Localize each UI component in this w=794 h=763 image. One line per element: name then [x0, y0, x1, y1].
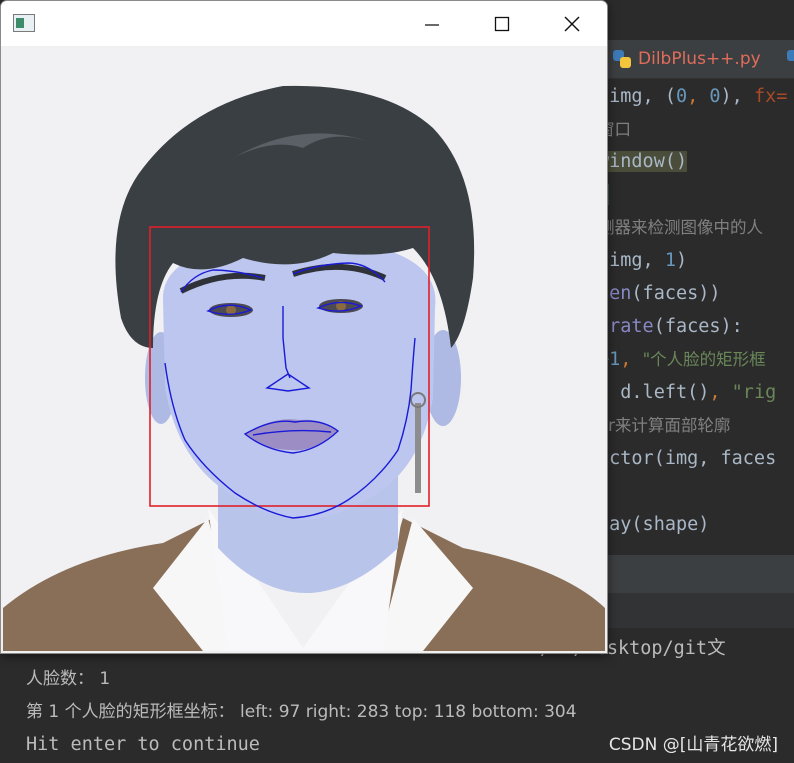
code-line: ictor(img, faces — [598, 448, 777, 469]
python-file-icon — [612, 49, 632, 69]
code-comment: or来计算面部轮廓 — [598, 416, 731, 435]
close-button[interactable] — [537, 1, 607, 46]
earring — [415, 403, 421, 493]
code-line: len(faces)) — [598, 283, 721, 304]
code-comment: 测器来检测图像中的人 — [598, 218, 763, 237]
close-icon — [564, 16, 580, 31]
minimize-button[interactable] — [397, 1, 467, 46]
code-line: , d.left(), "rig — [598, 382, 777, 403]
code-line: (img, 1) — [598, 250, 688, 271]
console-line-face-box: 第 1 个人脸的矩形框坐标： left: 97 right: 283 top: … — [26, 702, 577, 722]
code-line: +1, "个人脸的矩形框 — [598, 349, 766, 370]
python-file-icon — [786, 49, 794, 69]
image-window — [0, 0, 608, 654]
tab-next[interactable] — [786, 46, 794, 72]
portrait-illustration — [3, 48, 605, 651]
face-detection-image — [3, 48, 605, 651]
tab-dilbplus[interactable]: DilbPlus++.py — [612, 46, 761, 72]
code-line: window() — [598, 151, 688, 172]
console-line-continue: Hit enter to continue — [26, 734, 260, 755]
minimize-icon — [425, 23, 439, 26]
window-app-icon — [13, 14, 35, 32]
console-line-face-count: 人脸数： 1 — [26, 669, 111, 689]
code-line: erate(faces): — [598, 316, 743, 337]
code-line: (img, (0, 0), fx= — [598, 86, 788, 107]
code-line: lay(shape) — [598, 514, 710, 535]
maximize-button[interactable] — [467, 1, 537, 46]
csdn-watermark: CSDN @[山青花欲燃] — [608, 735, 778, 755]
tab-label: DilbPlus++.py — [638, 49, 761, 69]
window-titlebar[interactable] — [1, 1, 607, 46]
maximize-icon — [494, 16, 510, 31]
